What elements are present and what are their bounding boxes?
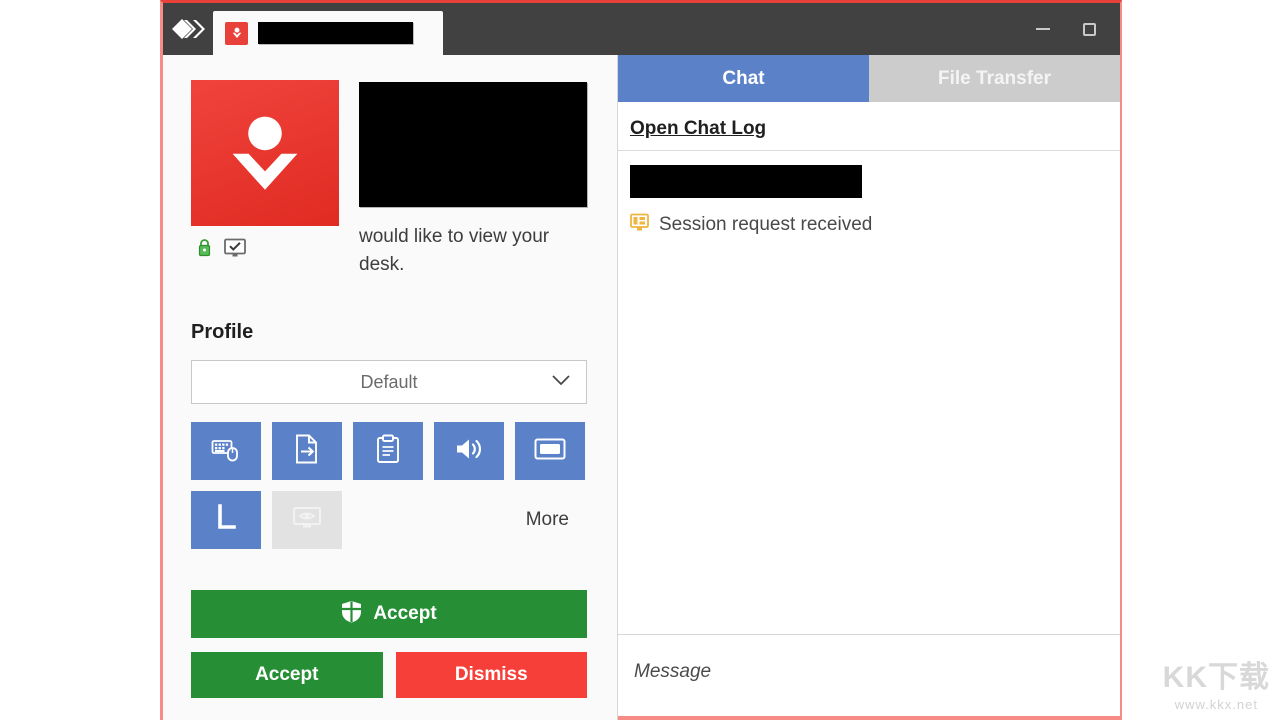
session-request-content: would like to view your desk. Profile De… xyxy=(163,55,617,590)
dismiss-button[interactable]: Dismiss xyxy=(395,652,587,698)
window-controls xyxy=(1020,3,1120,55)
anydesk-person-down-icon xyxy=(225,21,248,45)
file-arrow-icon xyxy=(294,434,320,469)
open-chat-log-link[interactable]: Open Chat Log xyxy=(630,118,766,139)
profile-select-value: Default xyxy=(360,371,418,392)
permission-screenshot-button[interactable] xyxy=(515,422,585,480)
session-request-monitor-icon xyxy=(630,213,649,237)
person-download-avatar-icon xyxy=(191,80,339,226)
accept-primary-button[interactable]: Accept xyxy=(191,590,587,638)
watermark-url: www.kkx.net xyxy=(1174,697,1258,712)
request-message: would like to view your desk. xyxy=(359,226,550,275)
maximize-icon xyxy=(1082,22,1096,36)
chat-message-list: Session request received xyxy=(618,151,1120,634)
secure-lock-icon xyxy=(197,238,212,263)
more-permissions-link[interactable]: More xyxy=(526,509,569,531)
profile-section-title: Profile xyxy=(191,321,254,343)
minimize-icon xyxy=(1036,28,1050,30)
window-tab-strip xyxy=(213,3,1020,55)
chat-sender-redaction xyxy=(630,165,862,198)
avatar-column xyxy=(191,80,339,263)
side-panel-tabs: Chat File Transfer xyxy=(618,55,1120,102)
draw-whiteboard-icon xyxy=(214,503,238,538)
accept-secondary-label: Accept xyxy=(255,664,319,685)
anydesk-window: would like to view your desk. Profile De… xyxy=(160,0,1122,720)
peer-name-redaction xyxy=(359,82,587,207)
chat-entry: Session request received xyxy=(630,213,1120,237)
screenshot-root: would like to view your desk. Profile De… xyxy=(0,0,1280,720)
window-tab-session[interactable] xyxy=(213,11,443,55)
dismiss-label: Dismiss xyxy=(454,664,528,685)
accept-primary-label: Accept xyxy=(373,603,437,624)
screen-capture-icon xyxy=(534,437,566,466)
peer-identity-row: would like to view your desk. xyxy=(191,80,587,279)
verified-monitor-icon xyxy=(224,238,246,263)
window-titlebar xyxy=(163,3,1120,55)
session-request-pane: would like to view your desk. Profile De… xyxy=(163,55,618,720)
window-body: would like to view your desk. Profile De… xyxy=(163,55,1120,720)
session-status-icons xyxy=(191,238,339,263)
tab-file-transfer[interactable]: File Transfer xyxy=(869,55,1120,102)
keyboard-mouse-icon xyxy=(211,436,241,467)
anydesk-logo-icon xyxy=(163,3,213,55)
chat-message-item: Session request received xyxy=(630,165,1120,237)
permission-audio-button[interactable] xyxy=(434,422,504,480)
permission-privacy-mode-button[interactable] xyxy=(272,491,342,549)
tab-chat[interactable]: Chat xyxy=(618,55,869,102)
chat-input-placeholder: Message xyxy=(634,661,712,682)
chat-log-bar: Open Chat Log xyxy=(618,102,1120,151)
chat-input-area[interactable]: Message xyxy=(618,634,1120,720)
permission-whiteboard-button[interactable] xyxy=(191,491,261,549)
shield-icon xyxy=(341,600,362,629)
secondary-action-row: Accept Dismiss xyxy=(191,652,587,698)
permission-input-control-button[interactable] xyxy=(191,422,261,480)
speaker-icon xyxy=(454,436,484,467)
watermark-logo: KK下载 xyxy=(1162,661,1270,694)
peer-info-column: would like to view your desk. xyxy=(359,80,587,279)
chat-entry-text: Session request received xyxy=(659,214,873,235)
session-action-buttons: Accept Accept Dismiss xyxy=(163,590,617,720)
accept-secondary-button[interactable]: Accept xyxy=(191,652,383,698)
permission-file-transfer-button[interactable] xyxy=(272,422,342,480)
side-panel: Chat File Transfer Open Chat Log Session… xyxy=(618,55,1120,720)
maximize-button[interactable] xyxy=(1066,9,1112,49)
clipboard-icon xyxy=(376,434,400,469)
permission-toggle-grid: More xyxy=(191,422,587,549)
minimize-button[interactable] xyxy=(1020,9,1066,49)
profile-select[interactable]: Default xyxy=(191,360,587,404)
privacy-monitor-icon xyxy=(292,505,322,536)
chevron-down-icon xyxy=(552,373,570,391)
permission-clipboard-button[interactable] xyxy=(353,422,423,480)
window-tab-title-redaction xyxy=(258,22,413,44)
site-watermark: KK下载 www.kkx.net xyxy=(1162,661,1270,713)
